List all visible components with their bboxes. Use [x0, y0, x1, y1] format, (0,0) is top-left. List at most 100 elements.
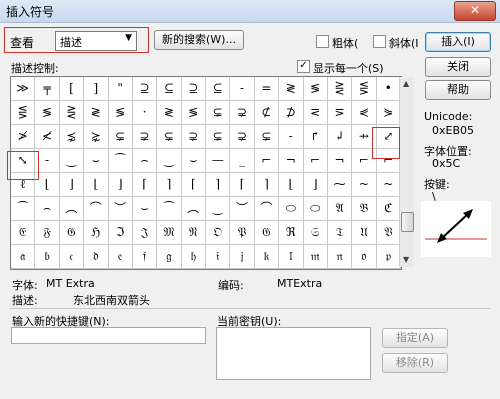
symbol-cell[interactable]: ℌ: [84, 221, 109, 245]
symbol-cell[interactable]: ⋜: [303, 101, 328, 125]
symbol-cell[interactable]: ≶: [181, 101, 206, 125]
symbol-cell[interactable]: 𝔒: [206, 221, 231, 245]
remove-button[interactable]: 移除(R): [382, 353, 448, 373]
symbol-cell[interactable]: 𝔤: [157, 245, 182, 269]
symbol-cell[interactable]: ≷: [157, 101, 182, 125]
symbol-cell[interactable]: 𝔬: [352, 245, 377, 269]
symbol-cell[interactable]: _: [230, 149, 255, 173]
symbol-cell[interactable]: ≫: [11, 77, 36, 101]
view-select[interactable]: 描述 ▼: [55, 31, 137, 51]
symbol-cell[interactable]: ⊇: [181, 77, 206, 101]
symbol-cell[interactable]: 𝔅: [352, 197, 377, 221]
symbol-cell[interactable]: ⁀: [11, 197, 36, 221]
bold-checkbox[interactable]: [316, 35, 329, 48]
symbol-cell[interactable]: 𝔞: [11, 245, 36, 269]
symbol-cell[interactable]: ⊊: [157, 125, 182, 149]
symbol-cell[interactable]: 𝔣: [132, 245, 158, 269]
symbol-cell[interactable]: -: [279, 125, 304, 149]
symbol-cell[interactable]: ⋟: [376, 101, 401, 125]
symbol-cell[interactable]: 𝔟: [35, 245, 60, 269]
symbol-cell[interactable]: ⌈: [181, 173, 206, 197]
symbol-cell[interactable]: ⌒: [84, 197, 109, 221]
current-key-list[interactable]: [216, 327, 371, 380]
symbol-cell[interactable]: ⋚: [352, 77, 377, 101]
symbol-cell[interactable]: ⊋: [230, 125, 255, 149]
symbol-cell[interactable]: ⊆: [157, 77, 182, 101]
symbol-cell[interactable]: 𝔫: [327, 245, 353, 269]
symbol-cell[interactable]: ⌐: [254, 149, 280, 173]
scroll-up-icon[interactable]: ▲: [403, 79, 409, 88]
italic-checkbox[interactable]: [373, 35, 386, 48]
symbol-cell[interactable]: 𝔗: [327, 221, 353, 245]
symbol-cell[interactable]: 𝔥: [181, 245, 206, 269]
symbol-cell[interactable]: ‿: [206, 197, 231, 221]
symbol-cell[interactable]: ⌉: [254, 173, 280, 197]
symbol-cell[interactable]: ︵: [59, 197, 85, 221]
close-window-button[interactable]: ✕: [454, 1, 496, 21]
symbol-cell[interactable]: ≮: [35, 125, 60, 149]
symbol-cell[interactable]: •: [376, 77, 401, 101]
symbol-cell[interactable]: ¬: [327, 149, 353, 173]
symbol-cell[interactable]: ⬭: [303, 197, 328, 221]
symbol-cell[interactable]: ⊊: [206, 101, 231, 125]
symbol-cell[interactable]: 𝔊: [59, 221, 85, 245]
symbol-cell[interactable]: 𝔉: [35, 221, 60, 245]
symbol-cell[interactable]: ⋨: [59, 125, 85, 149]
symbol-cell[interactable]: ℜ: [279, 221, 304, 245]
symbol-cell[interactable]: ⌐: [303, 149, 328, 173]
help-button[interactable]: 帮助: [425, 80, 491, 100]
symbol-cell[interactable]: 𝔩: [279, 245, 304, 269]
new-shortcut-input[interactable]: [11, 327, 206, 344]
symbol-cell[interactable]: 𝔨: [254, 245, 280, 269]
symbol-cell[interactable]: ⌢: [35, 197, 60, 221]
symbol-cell[interactable]: ⌣: [84, 149, 109, 173]
symbol-cell[interactable]: ⌊: [279, 173, 304, 197]
symbol-cell[interactable]: 𝔧: [230, 245, 255, 269]
symbol-cell[interactable]: 𝔄: [327, 197, 353, 221]
symbol-cell[interactable]: 𝔢: [108, 245, 133, 269]
symbol-cell[interactable]: ⊋: [132, 125, 158, 149]
symbol-cell[interactable]: ⌉: [206, 173, 231, 197]
symbol-cell[interactable]: ⊊: [108, 125, 133, 149]
symbol-cell[interactable]: 𝔠: [59, 245, 85, 269]
symbol-cell[interactable]: —: [206, 149, 231, 173]
symbol-cell[interactable]: ≶: [35, 101, 60, 125]
symbol-cell[interactable]: ⊋: [181, 125, 206, 149]
symbol-cell[interactable]: ‿: [157, 149, 182, 173]
symbol-cell[interactable]: ⌢: [132, 149, 158, 173]
symbol-cell[interactable]: ⊋: [230, 101, 255, 125]
symbol-cell[interactable]: ≷: [84, 101, 109, 125]
symbol-cell[interactable]: ·: [132, 101, 158, 125]
symbol-cell[interactable]: ⋞: [352, 101, 377, 125]
symbol-cell[interactable]: ≷: [279, 77, 304, 101]
symbol-cell[interactable]: ⋝: [327, 101, 353, 125]
symbol-cell[interactable]: [: [59, 77, 85, 101]
symbol-cell[interactable]: ⊇: [132, 77, 158, 101]
symbol-cell[interactable]: ⌒: [254, 197, 280, 221]
symbol-cell[interactable]: ⁀: [157, 197, 182, 221]
symbol-cell[interactable]: ⌣: [132, 197, 158, 221]
scroll-down-icon[interactable]: ▼: [403, 255, 409, 264]
symbol-cell[interactable]: ⬭: [279, 197, 304, 221]
symbol-cell[interactable]: ⌋: [108, 173, 133, 197]
symbol-cell[interactable]: ︵: [181, 197, 206, 221]
new-search-button[interactable]: 新的搜索(W)...: [154, 30, 244, 50]
symbol-cell[interactable]: ⌋: [303, 173, 328, 197]
symbol-cell[interactable]: ⌣: [181, 149, 206, 173]
symbol-cell[interactable]: ╤: [35, 77, 60, 101]
symbol-cell[interactable]: ≶: [108, 101, 133, 125]
symbol-cell[interactable]: ⌊: [84, 173, 109, 197]
symbol-cell[interactable]: ": [108, 77, 133, 101]
symbol-cell[interactable]: ⌊: [35, 173, 60, 197]
symbol-cell[interactable]: ⌈: [230, 173, 255, 197]
symbol-cell[interactable]: =: [254, 77, 280, 101]
symbol-cell[interactable]: ⋚: [11, 101, 36, 125]
symbol-cell[interactable]: ︶: [230, 197, 255, 221]
symbol-cell[interactable]: ↲: [327, 125, 353, 149]
scroll-thumb[interactable]: [401, 212, 414, 232]
symbol-cell[interactable]: ‿: [59, 149, 85, 173]
symbol-cell[interactable]: 𝔦: [206, 245, 231, 269]
symbol-cell[interactable]: ]: [84, 77, 109, 101]
symbol-cell[interactable]: 𝔘: [352, 221, 377, 245]
symbol-cell[interactable]: ~: [376, 173, 401, 197]
